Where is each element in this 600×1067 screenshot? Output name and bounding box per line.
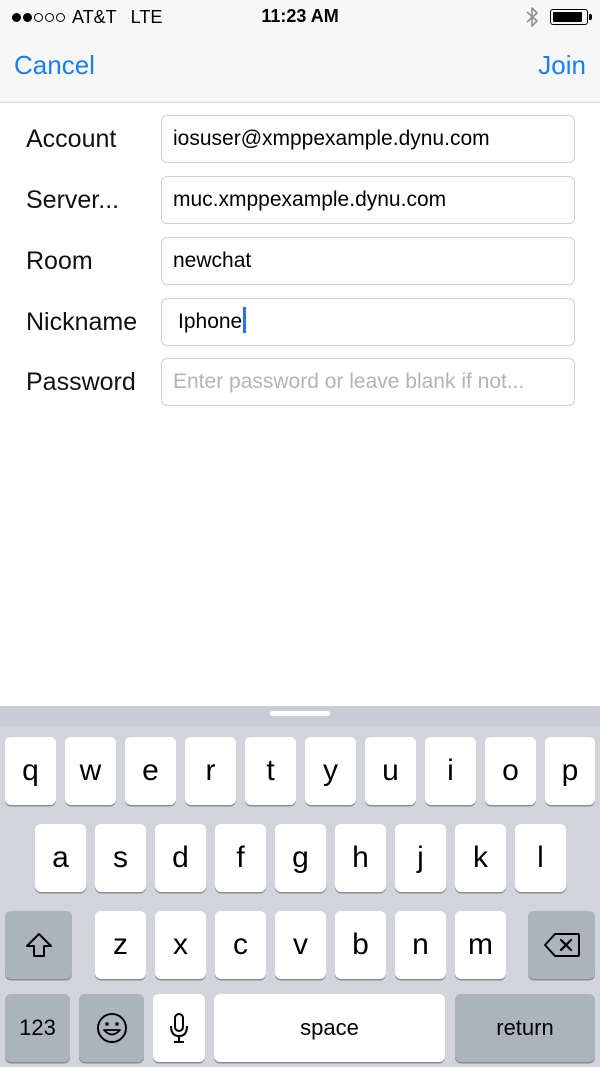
key-r[interactable]: r	[185, 737, 236, 805]
key-m[interactable]: m	[455, 911, 506, 979]
key-v[interactable]: v	[275, 911, 326, 979]
nickname-field[interactable]: Iphone	[161, 298, 575, 346]
emoji-key[interactable]	[79, 994, 144, 1062]
delete-key[interactable]	[528, 911, 595, 979]
server-field[interactable]: muc.xmppexample.dynu.com	[161, 176, 575, 224]
key-h[interactable]: h	[335, 824, 386, 892]
account-label: Account	[26, 125, 117, 153]
password-field[interactable]: Enter password or leave blank if not...	[161, 358, 575, 406]
join-button[interactable]: Join	[538, 50, 586, 81]
key-k[interactable]: k	[455, 824, 506, 892]
key-f[interactable]: f	[215, 824, 266, 892]
keyboard: q w e r t y u i o p a s d f g h j k l z …	[0, 706, 600, 1067]
room-label: Room	[26, 247, 93, 275]
key-w[interactable]: w	[65, 737, 116, 805]
return-key[interactable]: return	[455, 994, 595, 1062]
key-e[interactable]: e	[125, 737, 176, 805]
key-x[interactable]: x	[155, 911, 206, 979]
navigation-bar: Cancel Join	[0, 34, 600, 103]
key-s[interactable]: s	[95, 824, 146, 892]
room-field[interactable]: newchat	[161, 237, 575, 285]
account-value: iosuser@xmppexample.dynu.com	[173, 127, 490, 150]
status-time: 11:23 AM	[261, 6, 339, 26]
account-row: Account iosuser@xmppexample.dynu.com	[0, 115, 600, 163]
key-l[interactable]: l	[515, 824, 566, 892]
keyboard-handle[interactable]	[270, 711, 330, 716]
key-o[interactable]: o	[485, 737, 536, 805]
password-row: Password Enter password or leave blank i…	[0, 358, 600, 406]
battery-icon	[550, 9, 592, 25]
server-row: Server... muc.xmppexample.dynu.com	[0, 176, 600, 224]
space-key[interactable]: space	[214, 994, 445, 1062]
key-j[interactable]: j	[395, 824, 446, 892]
server-value: muc.xmppexample.dynu.com	[173, 188, 447, 211]
backspace-icon	[543, 933, 580, 957]
key-z[interactable]: z	[95, 911, 146, 979]
keyboard-top-bar	[0, 706, 600, 726]
room-value: newchat	[173, 249, 252, 272]
status-right	[526, 5, 592, 29]
numbers-key[interactable]: 123	[5, 994, 70, 1062]
key-p[interactable]: p	[545, 737, 595, 805]
key-y[interactable]: y	[305, 737, 356, 805]
key-q[interactable]: q	[5, 737, 56, 805]
server-label: Server...	[26, 186, 120, 214]
key-b[interactable]: b	[335, 911, 386, 979]
nickname-value: Iphone	[178, 310, 243, 333]
key-a[interactable]: a	[35, 824, 86, 892]
password-label: Password	[26, 368, 136, 396]
room-row: Room newchat	[0, 237, 600, 285]
key-g[interactable]: g	[275, 824, 326, 892]
key-i[interactable]: i	[425, 737, 476, 805]
microphone-icon	[170, 1013, 188, 1043]
shift-key[interactable]	[5, 911, 72, 979]
text-cursor	[243, 307, 247, 334]
key-d[interactable]: d	[155, 824, 206, 892]
bluetooth-icon	[526, 7, 538, 27]
nickname-label: Nickname	[26, 308, 138, 336]
key-n[interactable]: n	[395, 911, 446, 979]
nickname-row: Nickname Iphone	[0, 298, 600, 346]
key-c[interactable]: c	[215, 911, 266, 979]
password-placeholder: Enter password or leave blank if not...	[173, 370, 525, 393]
status-bar: AT&T LTE 11:23 AM	[0, 0, 600, 34]
key-u[interactable]: u	[365, 737, 416, 805]
key-t[interactable]: t	[245, 737, 296, 805]
dictation-key[interactable]	[153, 994, 205, 1062]
account-field[interactable]: iosuser@xmppexample.dynu.com	[161, 115, 575, 163]
shift-icon	[25, 933, 52, 957]
cancel-button[interactable]: Cancel	[14, 50, 95, 81]
emoji-icon	[96, 1013, 127, 1043]
